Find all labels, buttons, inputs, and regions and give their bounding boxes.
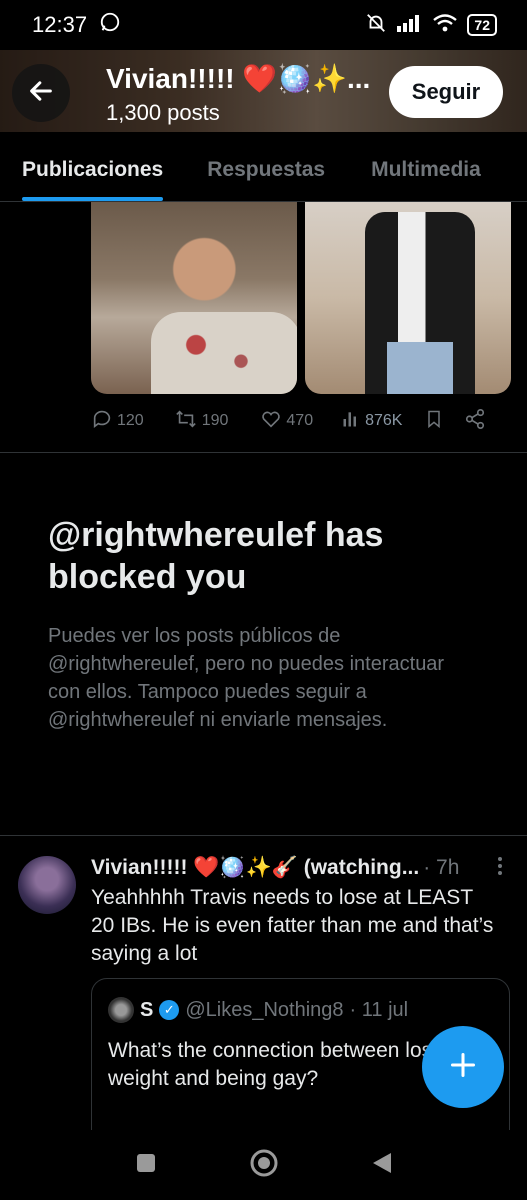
- home-button[interactable]: [249, 1148, 279, 1183]
- tab-respuestas[interactable]: Respuestas: [207, 132, 325, 201]
- quote-handle: @Likes_Nothing8: [185, 998, 344, 1021]
- divider: [0, 835, 527, 836]
- repost-icon: [174, 408, 198, 435]
- views-count: 876K: [365, 412, 403, 429]
- wifi-icon: [433, 13, 458, 37]
- compose-button[interactable]: [422, 1026, 504, 1108]
- blocked-title: @rightwhereulef has blocked you: [48, 516, 384, 596]
- back-button[interactable]: [12, 64, 70, 122]
- whatsapp-icon: [99, 11, 121, 39]
- reply-icon: [91, 408, 113, 435]
- verified-badge-icon: ✓: [159, 1000, 180, 1020]
- tab-multimedia[interactable]: Multimedia: [371, 132, 481, 201]
- blocked-description: Puedes ver los posts públicos de @rightw…: [48, 625, 445, 731]
- profile-name: Vivian!!!!! ❤️🪩✨...: [106, 63, 371, 94]
- tab-label: Publicaciones: [22, 158, 164, 181]
- plus-icon: [449, 1051, 477, 1084]
- tab-label: Respuestas: [207, 158, 326, 181]
- like-button[interactable]: 470: [260, 408, 313, 435]
- quote-date: · 11 jul: [349, 998, 409, 1021]
- post-image-1[interactable]: [91, 202, 297, 394]
- tweet-text: Yeahhhhh Travis needs to lose at LEAST 2…: [91, 886, 494, 965]
- share-button[interactable]: [464, 408, 486, 435]
- post-count: 1,300 posts: [106, 100, 220, 125]
- bookmark-icon: [424, 408, 444, 435]
- tweet-header: Vivian!!!!! ❤️🪩✨🎸 (watching... · 7h: [91, 856, 511, 880]
- avatar[interactable]: [18, 856, 76, 914]
- views-icon: [341, 409, 361, 434]
- follow-button[interactable]: Seguir: [389, 66, 503, 118]
- status-bar: 12:37 72: [0, 0, 527, 50]
- post-actions: 120 190 470 876K: [91, 404, 511, 438]
- signal-icon: [397, 14, 423, 37]
- profile-tabs: Publicaciones Respuestas Multimedia: [0, 132, 527, 202]
- heart-icon: [260, 408, 282, 435]
- views-button[interactable]: 876K: [341, 409, 402, 434]
- tab-publicaciones[interactable]: Publicaciones: [22, 132, 164, 201]
- quoted-tweet-header: S ✓ @Likes_Nothing8 · 11 jul: [108, 997, 408, 1023]
- recents-button[interactable]: [135, 1152, 157, 1179]
- quote-avatar: [108, 997, 134, 1023]
- tweet-author-name[interactable]: Vivian!!!!! ❤️🪩✨🎸 (watching...: [91, 856, 419, 880]
- tab-label: Multimedia: [371, 158, 481, 181]
- active-tab-indicator: [22, 197, 164, 201]
- repost-button[interactable]: 190: [174, 408, 229, 435]
- more-options-icon[interactable]: [497, 856, 503, 882]
- reply-count: 120: [117, 412, 144, 429]
- repost-count: 190: [201, 412, 229, 429]
- divider: [0, 452, 527, 453]
- post-image-2[interactable]: [305, 202, 511, 394]
- like-count: 470: [286, 412, 314, 429]
- share-icon: [464, 408, 486, 435]
- mute-bell-icon: [365, 12, 387, 39]
- profile-header: Vivian!!!!! ❤️🪩✨... 1,300 posts Seguir: [0, 50, 527, 132]
- system-nav-bar: [0, 1130, 527, 1200]
- post-media: [91, 202, 511, 394]
- quote-author-name: S: [140, 998, 154, 1021]
- reply-button[interactable]: 120: [91, 408, 144, 435]
- arrow-left-icon: [27, 77, 55, 110]
- battery-indicator: 72: [467, 14, 497, 36]
- back-nav-button[interactable]: [371, 1151, 393, 1180]
- tweet-timestamp[interactable]: · 7h: [423, 856, 459, 880]
- bookmark-button[interactable]: [424, 408, 444, 435]
- status-time: 12:37: [32, 12, 88, 37]
